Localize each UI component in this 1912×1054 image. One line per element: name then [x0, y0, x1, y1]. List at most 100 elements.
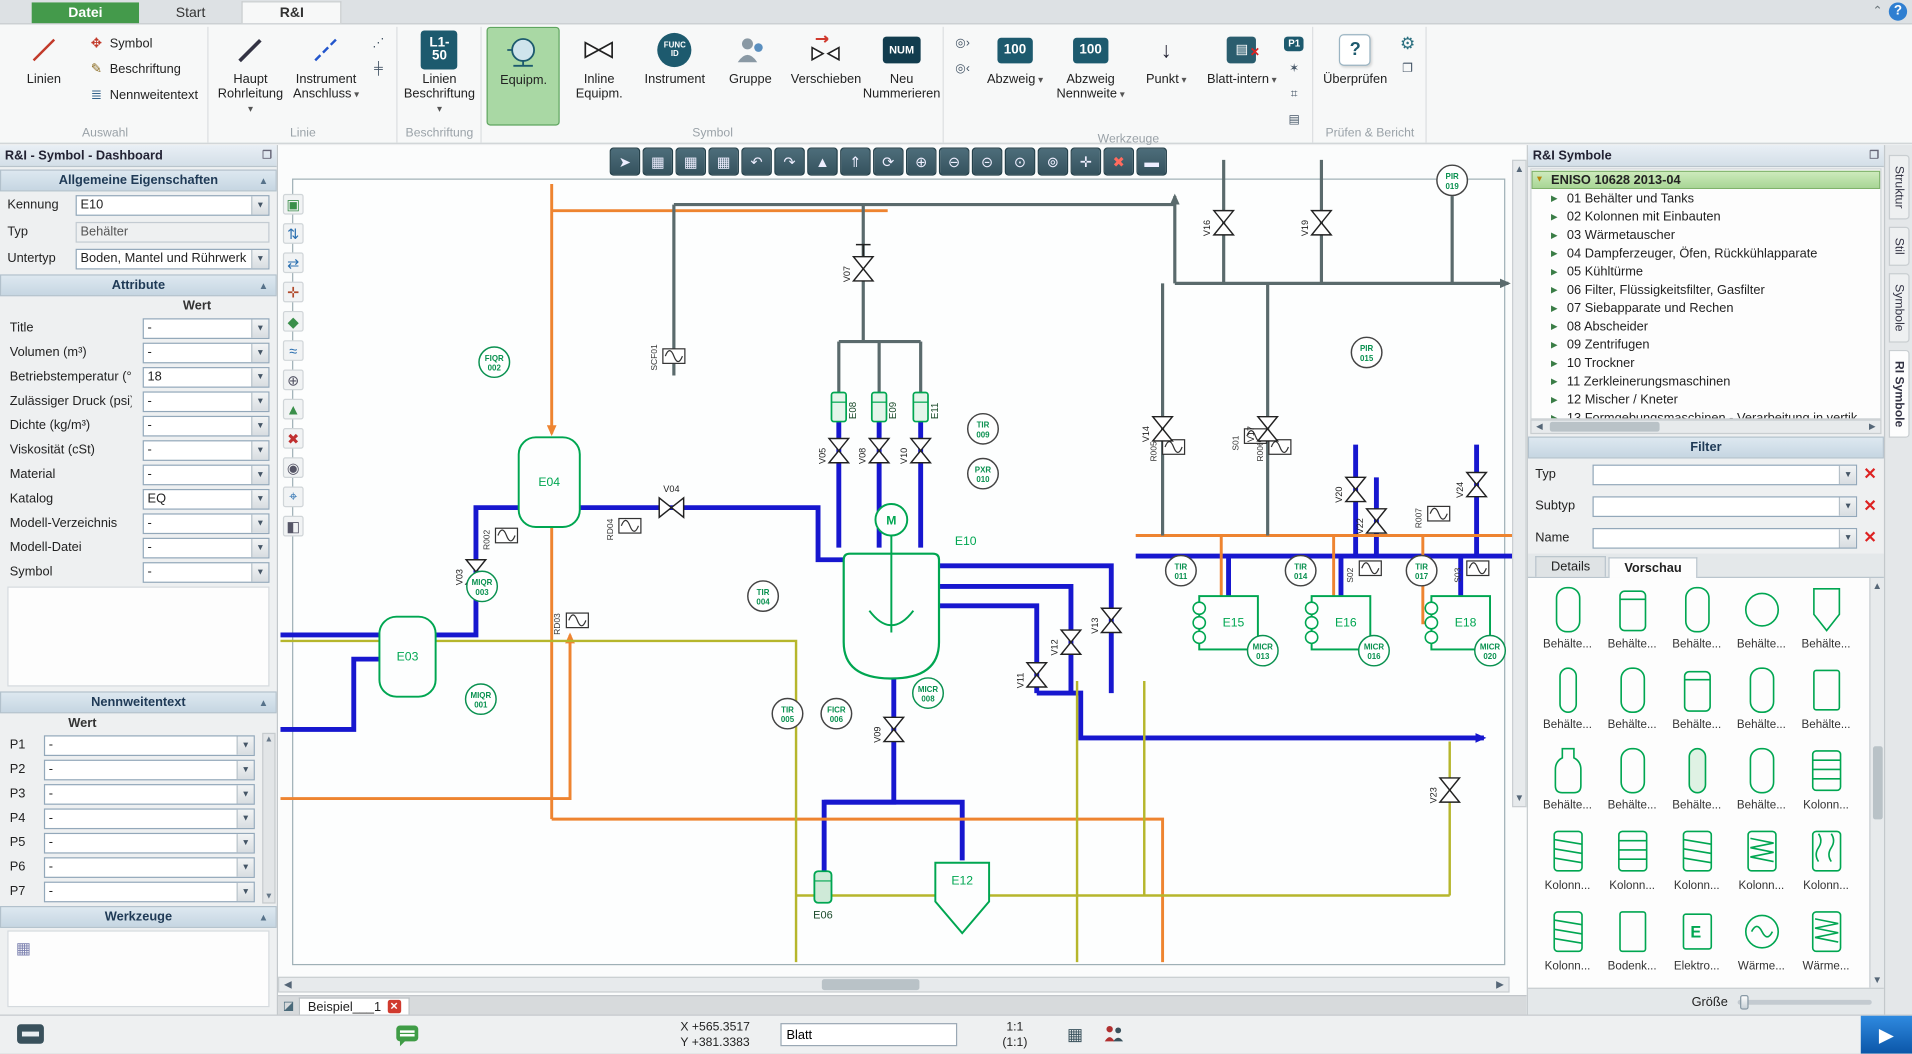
inline-symbol[interactable]	[1359, 561, 1381, 576]
haupt-rohrleitung-button[interactable]: Haupt Rohrleitung	[214, 27, 287, 126]
canvas-tool-button[interactable]: ⇑	[840, 148, 870, 176]
comment-bubble-icon[interactable]	[396, 1025, 418, 1041]
filter-subtyp-combobox[interactable]: ▼	[1593, 496, 1858, 517]
next-page-button[interactable]: ▶	[1861, 1016, 1912, 1054]
inline-symbol[interactable]	[663, 349, 685, 364]
plotter-icon[interactable]	[17, 1024, 44, 1044]
tree-collapse-icon[interactable]: ▶	[1551, 285, 1562, 295]
symbol-cell[interactable]: Behälte...	[1794, 583, 1859, 661]
tree-collapse-icon[interactable]: ▶	[1551, 266, 1562, 276]
nennweiten-value-combobox[interactable]: -▼	[44, 735, 255, 756]
symbol-cell[interactable]: Bodenk...	[1600, 905, 1665, 983]
nennweiten-scrollbar[interactable]: ▲▼	[262, 733, 275, 904]
canvas-tool-button[interactable]: ▦	[708, 148, 738, 176]
canvas-mini-tool[interactable]: ⊕	[283, 369, 304, 390]
canvas-tool-button[interactable]: ▦	[676, 148, 706, 176]
symbol-cell[interactable]: Behälte...	[1794, 663, 1859, 741]
filter-name-combobox[interactable]: ▼	[1593, 527, 1858, 548]
crosshair-button[interactable]: ⌗	[1281, 83, 1308, 106]
equipment-symbol[interactable]	[831, 392, 846, 421]
tree-item[interactable]: ▶11 Zerkleinerungsmaschinen	[1532, 372, 1881, 390]
tree-collapse-icon[interactable]: ▶	[1551, 413, 1562, 420]
symbol-cell[interactable]: Behälte...	[1535, 583, 1600, 661]
tree-item[interactable]: ▶02 Kolonnen mit Einbauten	[1532, 207, 1881, 225]
document-tab[interactable]: Beispiel___1 ✕	[299, 997, 409, 1015]
symbol-cell[interactable]: Behälte...	[1600, 663, 1665, 741]
symbol-cell[interactable]: Kolonn...	[1664, 824, 1729, 902]
section-nennweitentext[interactable]: Nennweitentext▲	[0, 691, 277, 713]
canvas-mini-tool[interactable]: ✛	[283, 282, 304, 303]
canvas-tool-button[interactable]: ⊖	[939, 148, 969, 176]
tree-collapse-icon[interactable]: ▶	[1551, 340, 1562, 350]
symbol-cell[interactable]: Behälte...	[1600, 583, 1665, 661]
attribute-value-combobox[interactable]: EQ▼	[143, 488, 270, 509]
users-icon[interactable]	[1104, 1024, 1126, 1046]
symbol-select-button[interactable]: ✥Symbol	[83, 32, 203, 55]
symbol-cell[interactable]: Kolonn...	[1729, 824, 1794, 902]
canvas-mini-tool[interactable]: ◧	[283, 516, 304, 537]
equipment-symbol[interactable]	[814, 871, 831, 903]
tree-collapse-icon[interactable]: ▶	[1551, 394, 1562, 404]
tree-collapse-icon[interactable]: ▶	[1551, 321, 1562, 331]
side-tab-stil[interactable]: Stil	[1888, 227, 1909, 266]
tree-item[interactable]: ▶10 Trockner	[1532, 354, 1881, 372]
attribute-value-combobox[interactable]: -▼	[143, 318, 270, 339]
close-tab-icon[interactable]: ✕	[387, 1000, 400, 1013]
canvas-tool-button[interactable]: ▲	[807, 148, 837, 176]
equipment-symbol[interactable]	[872, 392, 887, 421]
nennweiten-value-combobox[interactable]: -▼	[44, 832, 255, 853]
tree-item[interactable]: ▶04 Dampferzeuger, Öfen, Rückkühlapparat…	[1532, 244, 1881, 262]
abzweig-nennweite-button[interactable]: 100 Abzweig Nennweite	[1054, 27, 1127, 132]
scroll-left-icon[interactable]: ◀	[279, 979, 296, 990]
canvas-tool-button[interactable]: ⊙	[1005, 148, 1035, 176]
beschriftung-select-button[interactable]: ✎Beschriftung	[83, 57, 203, 80]
section-allgemeine-eigenschaften[interactable]: Allgemeine Eigenschaften▲	[0, 169, 277, 191]
tab-ri[interactable]: R&I	[242, 1, 342, 23]
inline-symbol[interactable]	[1269, 440, 1291, 455]
inline-symbol[interactable]	[566, 613, 588, 628]
tree-horizontal-scrollbar[interactable]: ◀ ▶	[1530, 419, 1881, 434]
canvas-mini-tool[interactable]: ⌖	[283, 487, 304, 508]
linien-beschriftung-button[interactable]: L1-50 Linien Beschriftung	[403, 27, 476, 126]
section-attribute[interactable]: Attribute▲	[0, 274, 277, 296]
symbol-cell[interactable]: EElektro...	[1664, 905, 1729, 983]
canvas-mini-tool[interactable]: ▲	[283, 399, 304, 420]
section-werkzeuge[interactable]: Werkzeuge▲	[0, 906, 277, 928]
canvas-tool-button[interactable]: ▦	[643, 148, 673, 176]
attribute-value-combobox[interactable]: -▼	[143, 391, 270, 412]
nennweiten-value-combobox[interactable]: -▼	[44, 881, 255, 902]
tab-details[interactable]: Details	[1535, 556, 1606, 577]
symbol-cell[interactable]: Behälte...	[1664, 583, 1729, 661]
punkt-button[interactable]: ↓ Punkt	[1130, 27, 1203, 132]
doc-pin-icon[interactable]: ◪	[283, 999, 295, 1012]
tree-item[interactable]: ▶12 Mischer / Kneter	[1532, 390, 1881, 408]
tree-collapse-icon[interactable]: ▶	[1551, 376, 1562, 386]
pin-icon[interactable]: ❐	[1869, 149, 1879, 162]
scroll-thumb[interactable]	[1550, 422, 1660, 432]
p1-badge-button[interactable]: P1	[1281, 32, 1308, 55]
nennweitentext-select-button[interactable]: ≣Nennweitentext	[83, 83, 203, 106]
attribute-value-combobox[interactable]: -▼	[143, 342, 270, 363]
canvas-tool-button[interactable]: ↶	[741, 148, 771, 176]
ueberpruefen-button[interactable]: ? Überprüfen	[1319, 27, 1392, 126]
tree-item[interactable]: ▶05 Kühltürme	[1532, 262, 1881, 280]
canvas-tool-button[interactable]: ⟳	[873, 148, 903, 176]
scroll-right-icon[interactable]: ▶	[1491, 979, 1508, 990]
canvas-tool-button[interactable]: ▬	[1136, 148, 1166, 176]
tree-item[interactable]: ▶03 Wärmetauscher	[1532, 226, 1881, 244]
attribute-value-combobox[interactable]: -▼	[143, 440, 270, 461]
canvas-mini-tool[interactable]: ≈	[283, 340, 304, 361]
attribute-value-combobox[interactable]: -▼	[143, 562, 270, 583]
tree-item[interactable]: ▶09 Zentrifugen	[1532, 335, 1881, 353]
symbol-cell[interactable]: Wärme...	[1794, 905, 1859, 983]
blatt-input[interactable]	[780, 1023, 957, 1046]
symbol-cell[interactable]: Behälte...	[1729, 583, 1794, 661]
swap-arrows-button[interactable]: ✶	[1281, 57, 1308, 80]
nennweiten-value-combobox[interactable]: -▼	[44, 759, 255, 780]
filter-typ-combobox[interactable]: ▼	[1593, 464, 1858, 485]
symbol-cell[interactable]: Wärme...	[1729, 905, 1794, 983]
collapse-ribbon-icon[interactable]: ⌃	[1872, 5, 1882, 18]
instrument-button[interactable]: FUNCID Instrument	[638, 27, 711, 126]
inline-symbol[interactable]	[1428, 506, 1450, 521]
tree-collapse-icon[interactable]: ▶	[1551, 248, 1562, 258]
